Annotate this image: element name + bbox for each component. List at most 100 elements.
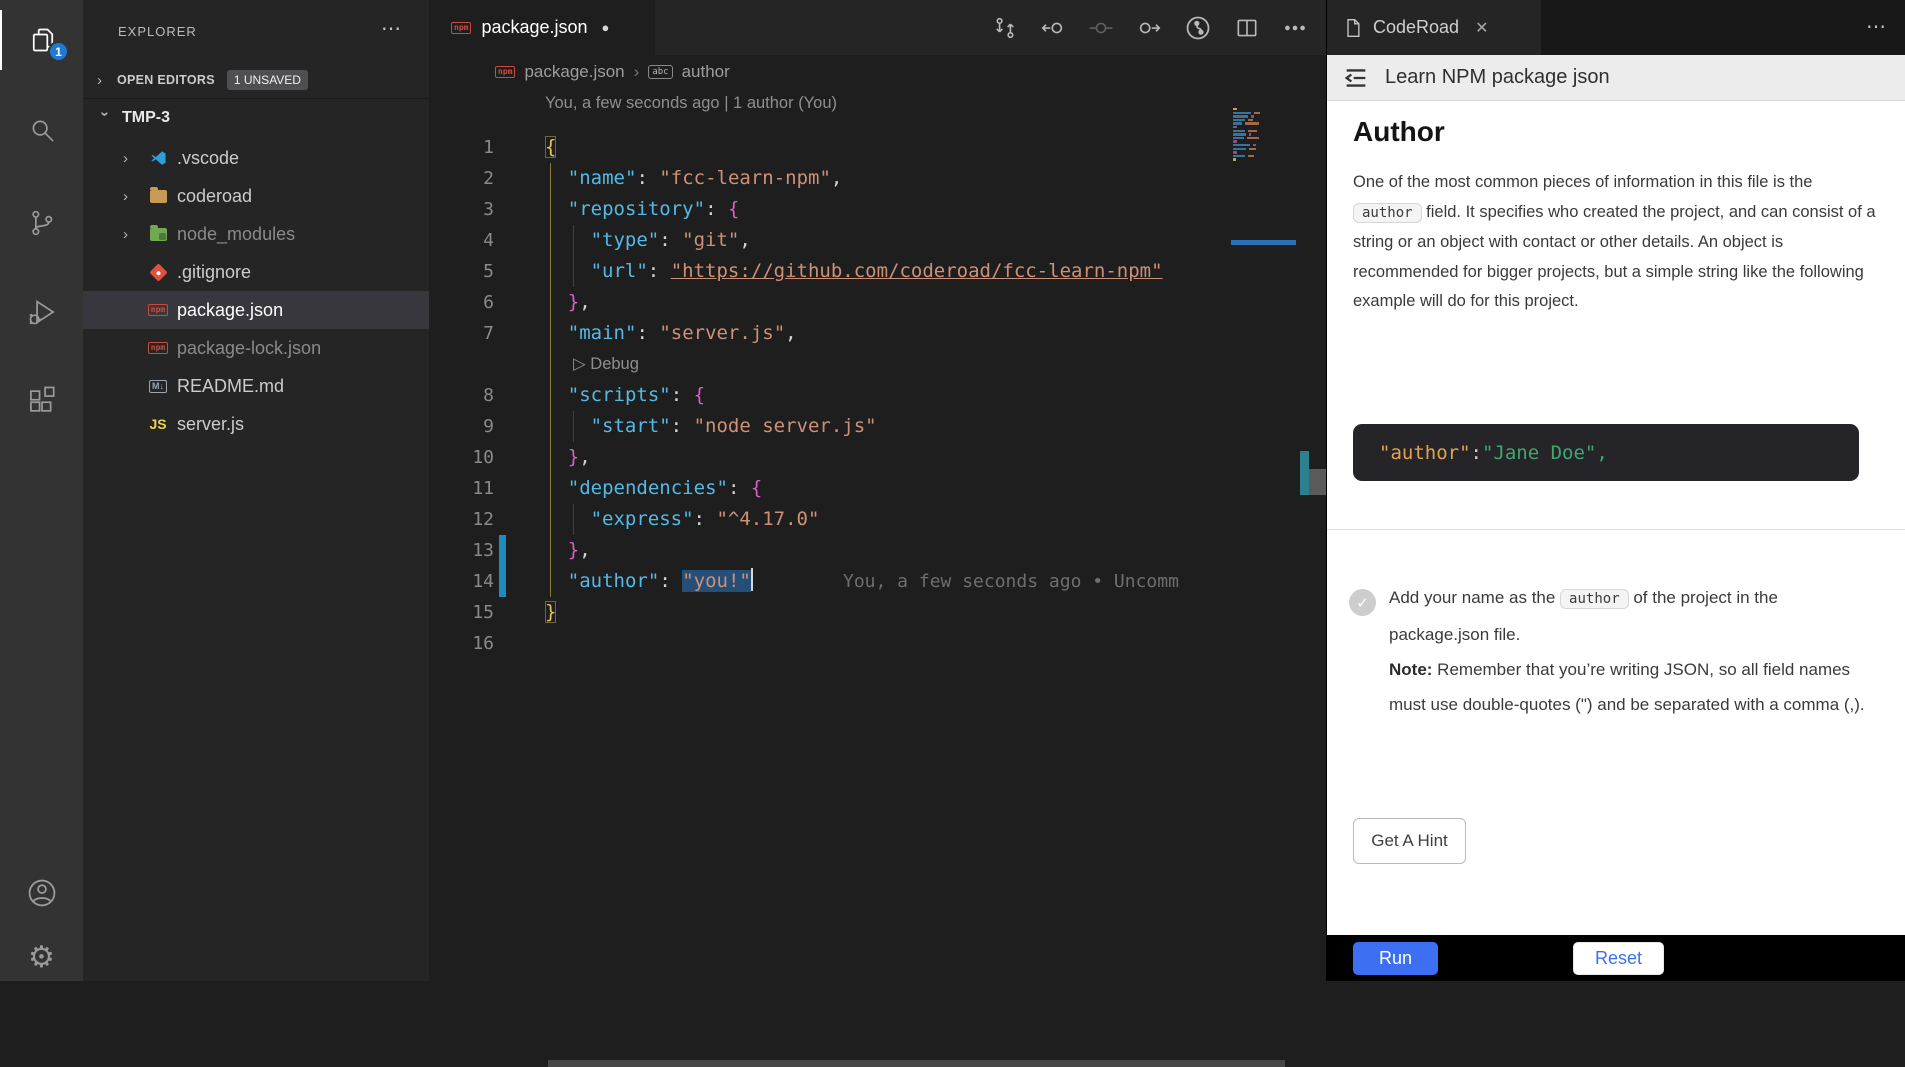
code-token: :	[728, 477, 751, 499]
file-row-coderoad[interactable]: ›coderoad	[83, 177, 429, 215]
file-row-package-lock.json[interactable]: npmpackage-lock.json	[83, 329, 429, 367]
code-token: "start"	[591, 415, 671, 437]
file-name: server.js	[177, 414, 244, 435]
file-row-server.js[interactable]: JSserver.js	[83, 405, 429, 443]
tab-package-json[interactable]: npm package.json ●	[429, 0, 655, 55]
task-text: Add your name as the	[1389, 588, 1560, 607]
previous-change-icon[interactable]	[1040, 15, 1066, 41]
panel-tab-title: CodeRoad	[1373, 17, 1459, 38]
file-row-README.md[interactable]: M↓README.md	[83, 367, 429, 405]
file-row-package.json[interactable]: npm package.json	[83, 291, 429, 329]
file-name: .gitignore	[177, 262, 251, 283]
panel-tab-bar: CodeRoad ✕ ⋯	[1327, 0, 1905, 55]
check-glyph: ✓	[1356, 594, 1369, 612]
code-line: 16	[429, 628, 1231, 659]
git-icon	[149, 263, 167, 281]
code-token: "scripts"	[568, 384, 671, 406]
line-number: 16	[429, 628, 494, 659]
file-name: .vscode	[177, 148, 239, 169]
code-line: 4"type": "git",	[429, 225, 1231, 256]
code-line: 2"name": "fcc-learn-npm",	[429, 163, 1231, 194]
line-number: 13	[429, 535, 494, 566]
minimap[interactable]	[1231, 108, 1296, 308]
open-editors-section[interactable]: › OPEN EDITORS 1 UNSAVED	[83, 62, 429, 99]
code-token: "repository"	[568, 198, 705, 220]
code-token: }	[568, 539, 579, 561]
breadcrumb: npm package.json › abc author	[429, 55, 1326, 88]
line-number: 1	[429, 132, 494, 163]
explorer-more-actions-icon[interactable]: ⋯	[381, 16, 401, 41]
search-icon[interactable]	[0, 100, 83, 160]
horizontal-scrollbar[interactable]	[548, 1060, 1285, 1067]
close-icon[interactable]: ✕	[1475, 18, 1488, 38]
blame-codelens[interactable]: You, a few seconds ago | 1 author (You)	[545, 94, 837, 113]
paragraph-text: One of the most common pieces of informa…	[1353, 173, 1812, 191]
text-cursor	[751, 568, 753, 591]
code-token: "main"	[568, 322, 637, 344]
code-line: 15}	[429, 597, 1231, 628]
file-name: node_modules	[177, 224, 295, 245]
panel-bottom-bar: Run Reset	[1327, 935, 1905, 981]
code-token: :	[648, 260, 671, 282]
run-button[interactable]: Run	[1353, 942, 1438, 975]
file-row-node_modules[interactable]: ›node_modules	[83, 215, 429, 253]
tab-coderoad[interactable]: CodeRoad ✕	[1327, 0, 1541, 55]
collapse-menu-icon[interactable]	[1341, 64, 1371, 92]
coderoad-run-tutorial-icon[interactable]	[1184, 14, 1212, 42]
root-folder-row[interactable]: › TMP-3	[83, 99, 429, 137]
npm-icon: npm	[148, 304, 168, 316]
panel-more-actions-icon[interactable]: ⋯	[1866, 14, 1886, 39]
open-changes-icon[interactable]	[992, 15, 1018, 41]
code-token: :	[705, 198, 728, 220]
code-token: "server.js"	[659, 322, 785, 344]
line-number: 3	[429, 194, 494, 225]
explorer-sidebar: EXPLORER ⋯ › OPEN EDITORS 1 UNSAVED › TM…	[83, 0, 429, 981]
debug-codelens[interactable]: ▷ Debug	[573, 349, 639, 380]
code-line: 12"express": "^4.17.0"	[429, 504, 1231, 535]
task-description: Add your name as the author of the proje…	[1389, 580, 1871, 722]
file-row-.gitignore[interactable]: .gitignore	[83, 253, 429, 291]
editor-tab-bar: npm package.json ●	[429, 0, 1326, 55]
run-debug-icon[interactable]	[0, 282, 83, 342]
source-control-icon[interactable]	[0, 193, 83, 253]
overview-ruler-thumb[interactable]	[1309, 469, 1326, 495]
change-circle-disabled-icon[interactable]	[1088, 15, 1114, 41]
extensions-icon[interactable]	[0, 371, 83, 431]
line-number: 5	[429, 256, 494, 287]
code-token: :	[636, 167, 659, 189]
code-token: {	[728, 198, 739, 220]
accounts-icon[interactable]	[0, 863, 83, 923]
code-line: 6},	[429, 287, 1231, 318]
lesson-heading: Author	[1353, 116, 1445, 148]
breadcrumb-symbol[interactable]: author	[682, 62, 730, 82]
file-row-.vscode[interactable]: ›.vscode	[83, 139, 429, 177]
line-number: 8	[429, 380, 494, 411]
code-token: :	[659, 570, 682, 592]
reset-button[interactable]: Reset	[1573, 942, 1664, 975]
line-number: 4	[429, 225, 494, 256]
code-token: "git"	[682, 229, 739, 251]
get-a-hint-button[interactable]: Get A Hint	[1353, 818, 1466, 864]
next-change-icon[interactable]	[1136, 15, 1162, 41]
tutorial-header: Learn NPM package json	[1327, 55, 1905, 101]
explorer-icon[interactable]: 1	[0, 10, 83, 70]
file-name: package.json	[177, 300, 283, 321]
code-key: "author"	[1379, 442, 1471, 464]
code-line: 1{	[429, 132, 1231, 163]
code-token: }	[568, 291, 579, 313]
folder-icon	[150, 190, 167, 203]
sidebar-title: EXPLORER	[118, 24, 197, 39]
breadcrumb-file[interactable]: package.json	[524, 62, 624, 82]
code-token: {	[545, 136, 556, 158]
split-editor-icon[interactable]	[1234, 15, 1260, 41]
npm-icon: npm	[148, 342, 168, 354]
code-line: 3 "repository": {	[429, 194, 1231, 225]
code-line: 8"scripts": {	[429, 380, 1231, 411]
more-actions-icon[interactable]	[1282, 15, 1308, 41]
file-name: README.md	[177, 376, 284, 397]
npm-icon: npm	[451, 22, 471, 34]
code-token: ,	[579, 446, 590, 468]
code-editor[interactable]: You, a few seconds ago | 1 author (You) …	[429, 88, 1326, 981]
settings-gear-icon[interactable]: ⚙	[0, 928, 83, 988]
code-token: ,	[785, 322, 796, 344]
